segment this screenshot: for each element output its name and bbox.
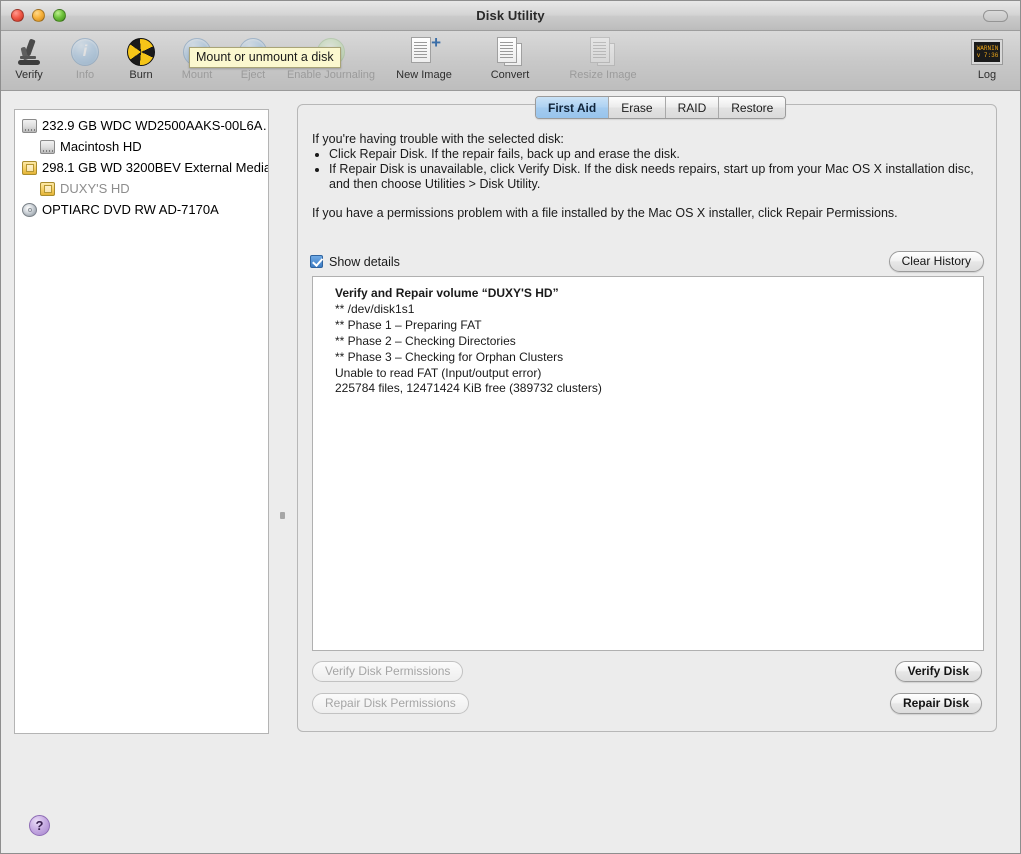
- toolbar-label-verify: Verify: [15, 69, 43, 81]
- instructions-block: If you're having trouble with the select…: [312, 132, 984, 221]
- toolbar: Verify i Info Burn ↕ Mount ▲ Eject: [1, 31, 1020, 91]
- panel-action-buttons: Verify Disk Permissions Verify Disk Repa…: [312, 661, 982, 725]
- sidebar-item-internal-drive[interactable]: 232.9 GB WDC WD2500AAKS-00L6A…: [15, 115, 268, 136]
- toolbar-tooltip: Mount or unmount a disk: [189, 47, 341, 68]
- volume-icon: [40, 139, 55, 154]
- log-line: Unable to read FAT (Input/output error): [335, 365, 542, 380]
- tab-raid[interactable]: RAID: [665, 97, 720, 118]
- sidebar-item-duxys-hd[interactable]: DUXY'S HD: [15, 178, 268, 199]
- toolbar-label-new-image: New Image: [396, 69, 452, 81]
- toolbar-label-mount: Mount: [181, 69, 213, 81]
- sidebar-item-label: DUXY'S HD: [60, 181, 130, 196]
- details-log-box[interactable]: Verify and Repair volume “DUXY'S HD” ** …: [312, 276, 984, 651]
- internal-drive-icon: [22, 118, 37, 133]
- log-line: 225784 files, 12471424 KiB free (389732 …: [335, 381, 602, 396]
- toolbar-label-resize-image: Resize Image: [569, 69, 637, 81]
- sidebar-item-external-media[interactable]: 298.1 GB WD 3200BEV External Media: [15, 157, 268, 178]
- sidebar-item-label: 298.1 GB WD 3200BEV External Media: [42, 160, 269, 175]
- action-row-verify: Verify Disk Permissions Verify Disk: [312, 661, 982, 682]
- sidebar-item-label: OPTIARC DVD RW AD-7170A: [42, 202, 219, 217]
- toolbar-label-log: Log: [977, 69, 997, 81]
- burn-icon: [113, 36, 169, 68]
- content-area: 232.9 GB WDC WD2500AAKS-00L6A… Macintosh…: [1, 91, 1020, 853]
- tab-restore[interactable]: Restore: [719, 97, 786, 118]
- toolbar-button-new-image[interactable]: + New Image: [381, 34, 467, 81]
- help-button[interactable]: ?: [29, 815, 50, 836]
- toolbar-button-info[interactable]: i Info: [57, 34, 113, 81]
- log-line: ** Phase 2 – Checking Directories: [335, 333, 516, 348]
- toolbar-label-eject: Eject: [240, 69, 266, 81]
- toolbar-button-verify[interactable]: Verify: [1, 34, 57, 81]
- log-line: ** /dev/disk1s1: [335, 301, 415, 316]
- sidebar-item-label: Macintosh HD: [60, 139, 142, 154]
- toolbar-label-burn: Burn: [129, 69, 153, 81]
- convert-icon: [467, 36, 553, 68]
- external-drive-icon: [22, 160, 37, 175]
- instructions-bullet: Click Repair Disk. If the repair fails, …: [329, 147, 984, 162]
- sidebar-splitter-handle[interactable]: [280, 512, 285, 519]
- toolbar-label-info: Info: [75, 69, 95, 81]
- microscope-icon: [1, 36, 57, 68]
- window-title: Disk Utility: [476, 8, 545, 23]
- instructions-bullet: If Repair Disk is unavailable, click Ver…: [329, 162, 984, 192]
- tab-bar: First Aid Erase RAID Restore: [535, 96, 787, 119]
- resize-image-icon: [553, 36, 653, 68]
- action-row-repair: Repair Disk Permissions Repair Disk: [312, 693, 982, 714]
- toolbar-button-log[interactable]: WARNIN v 7:36 Log: [958, 34, 1016, 81]
- instructions-closing: If you have a permissions problem with a…: [312, 206, 898, 220]
- sidebar-item-label: 232.9 GB WDC WD2500AAKS-00L6A…: [42, 118, 269, 133]
- log-icon-line1: WARNIN: [976, 45, 999, 52]
- tab-erase[interactable]: Erase: [609, 97, 666, 118]
- log-icon: WARNIN v 7:36: [958, 36, 1016, 68]
- verify-disk-permissions-button[interactable]: Verify Disk Permissions: [312, 661, 464, 682]
- show-details-checkbox[interactable]: [310, 255, 323, 268]
- tab-first-aid[interactable]: First Aid: [536, 97, 610, 118]
- log-icon-line2: v 7:36: [976, 52, 999, 59]
- sidebar-item-optical-drive[interactable]: OPTIARC DVD RW AD-7170A: [15, 199, 268, 220]
- external-volume-icon: [40, 181, 55, 196]
- toolbar-button-convert[interactable]: Convert: [467, 34, 553, 81]
- title-bar: Disk Utility: [1, 1, 1020, 31]
- clear-history-button[interactable]: Clear History: [888, 251, 984, 272]
- instructions-bullet-list: Click Repair Disk. If the repair fails, …: [312, 147, 984, 192]
- toolbar-label-convert: Convert: [490, 69, 530, 81]
- disk-utility-window: Disk Utility Verify i Info Burn Mount Ej…: [0, 0, 1021, 854]
- toolbar-label-enable-journaling: Enable Journaling: [286, 69, 376, 81]
- toolbar-button-resize-image[interactable]: Resize Image: [553, 34, 653, 81]
- info-icon: i: [57, 36, 113, 68]
- sidebar-item-macintosh-hd[interactable]: Macintosh HD: [15, 136, 268, 157]
- log-line: ** Phase 3 – Checking for Orphan Cluster…: [335, 349, 564, 364]
- first-aid-panel: First Aid Erase RAID Restore If you're h…: [297, 96, 997, 732]
- repair-disk-button[interactable]: Repair Disk: [889, 693, 982, 714]
- new-image-icon: +: [381, 34, 467, 68]
- optical-drive-icon: [22, 202, 37, 217]
- verify-disk-button[interactable]: Verify Disk: [894, 661, 982, 682]
- instructions-intro: If you're having trouble with the select…: [312, 132, 564, 146]
- disk-list-sidebar[interactable]: 232.9 GB WDC WD2500AAKS-00L6A… Macintosh…: [14, 109, 269, 734]
- show-details-row: Show details Clear History: [310, 251, 984, 272]
- repair-disk-permissions-button[interactable]: Repair Disk Permissions: [312, 693, 469, 714]
- show-details-label: Show details: [329, 254, 400, 269]
- log-line: ** Phase 1 – Preparing FAT: [335, 317, 482, 332]
- toolbar-toggle-button[interactable]: [983, 9, 1008, 22]
- toolbar-button-burn[interactable]: Burn: [113, 34, 169, 81]
- log-line: Verify and Repair volume “DUXY'S HD”: [335, 286, 559, 300]
